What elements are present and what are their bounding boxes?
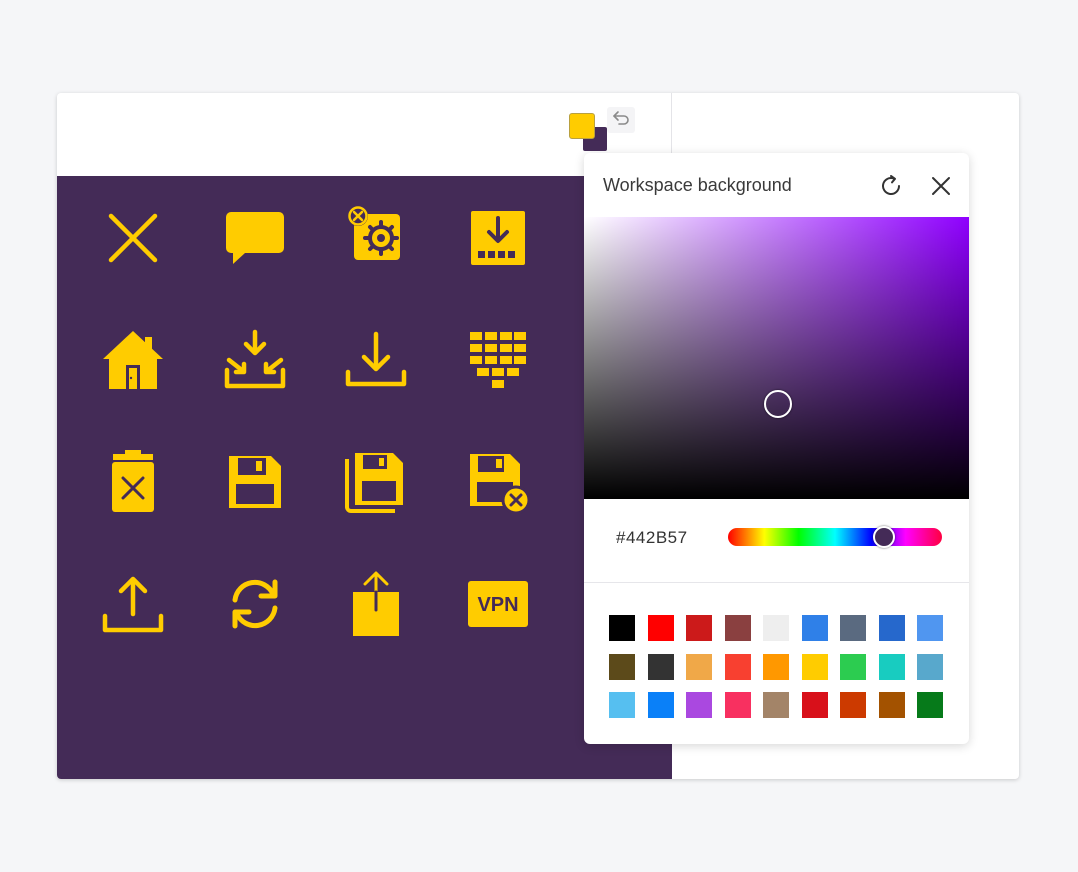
settings-remove-icon[interactable] bbox=[340, 202, 412, 274]
palette-swatch[interactable] bbox=[801, 653, 828, 680]
hex-value[interactable]: #442B57 bbox=[616, 528, 688, 548]
palette-swatch[interactable] bbox=[917, 615, 943, 641]
palette-swatch[interactable] bbox=[763, 692, 789, 718]
reset-icon bbox=[882, 175, 900, 195]
palette-swatch[interactable] bbox=[724, 615, 751, 641]
save-all-icon[interactable] bbox=[340, 446, 412, 518]
reset-button[interactable] bbox=[878, 173, 904, 199]
palette-swatch[interactable] bbox=[878, 615, 905, 641]
palette-swatch[interactable] bbox=[724, 653, 751, 680]
import-icon[interactable] bbox=[219, 324, 291, 396]
home-icon[interactable] bbox=[97, 324, 169, 396]
upload-icon[interactable] bbox=[97, 568, 169, 640]
picker-title: Workspace background bbox=[603, 175, 792, 195]
saturation-value-handle[interactable] bbox=[764, 390, 792, 418]
palette-swatch[interactable] bbox=[917, 653, 943, 680]
close-button[interactable] bbox=[928, 173, 954, 199]
workspace-canvas[interactable]: VPN bbox=[57, 176, 672, 779]
close-icon bbox=[932, 177, 950, 195]
saturation-value-area[interactable] bbox=[584, 217, 969, 499]
download-box-icon[interactable] bbox=[462, 202, 534, 274]
save-cancel-icon[interactable] bbox=[462, 446, 534, 518]
palette-swatch[interactable] bbox=[840, 615, 866, 641]
share-icon[interactable] bbox=[340, 568, 412, 640]
palette-swatch[interactable] bbox=[647, 615, 674, 641]
close-icon[interactable] bbox=[97, 202, 169, 274]
palette-swatch[interactable] bbox=[686, 653, 712, 680]
palette-swatch[interactable] bbox=[609, 615, 635, 641]
hue-slider[interactable] bbox=[728, 526, 942, 548]
palette-swatch[interactable] bbox=[686, 615, 712, 641]
palette-swatch[interactable] bbox=[609, 692, 635, 718]
color-picker-panel: Workspace background #442B57 bbox=[584, 153, 969, 744]
delete-bin-icon[interactable] bbox=[97, 446, 169, 518]
palette-swatch[interactable] bbox=[724, 692, 751, 718]
palette-swatch[interactable] bbox=[840, 692, 866, 718]
palette-swatch[interactable] bbox=[878, 653, 905, 680]
vpn-icon[interactable]: VPN bbox=[462, 568, 534, 640]
vpn-label: VPN bbox=[477, 594, 518, 616]
keypad-icon[interactable] bbox=[462, 324, 534, 396]
palette-swatch[interactable] bbox=[763, 653, 789, 680]
palette-swatch[interactable] bbox=[840, 653, 866, 680]
palette-swatch[interactable] bbox=[609, 653, 635, 680]
palette-swatch[interactable] bbox=[763, 615, 789, 641]
foreground-color-swatch[interactable] bbox=[569, 113, 595, 139]
palette-swatch[interactable] bbox=[878, 692, 905, 718]
swap-colors-icon bbox=[613, 111, 629, 125]
palette-swatch[interactable] bbox=[647, 653, 674, 680]
download-icon[interactable] bbox=[340, 324, 412, 396]
picker-divider bbox=[584, 582, 969, 583]
chat-bubble-icon[interactable] bbox=[219, 202, 291, 274]
palette-swatch[interactable] bbox=[686, 692, 712, 718]
palette-swatch[interactable] bbox=[801, 615, 828, 641]
sync-icon[interactable] bbox=[219, 568, 291, 640]
swap-colors-button[interactable] bbox=[607, 107, 635, 133]
save-icon[interactable] bbox=[219, 446, 291, 518]
palette-swatch[interactable] bbox=[647, 692, 674, 718]
palette-swatch[interactable] bbox=[917, 692, 943, 718]
palette-swatch[interactable] bbox=[801, 692, 828, 718]
hue-slider-handle[interactable] bbox=[873, 526, 895, 548]
